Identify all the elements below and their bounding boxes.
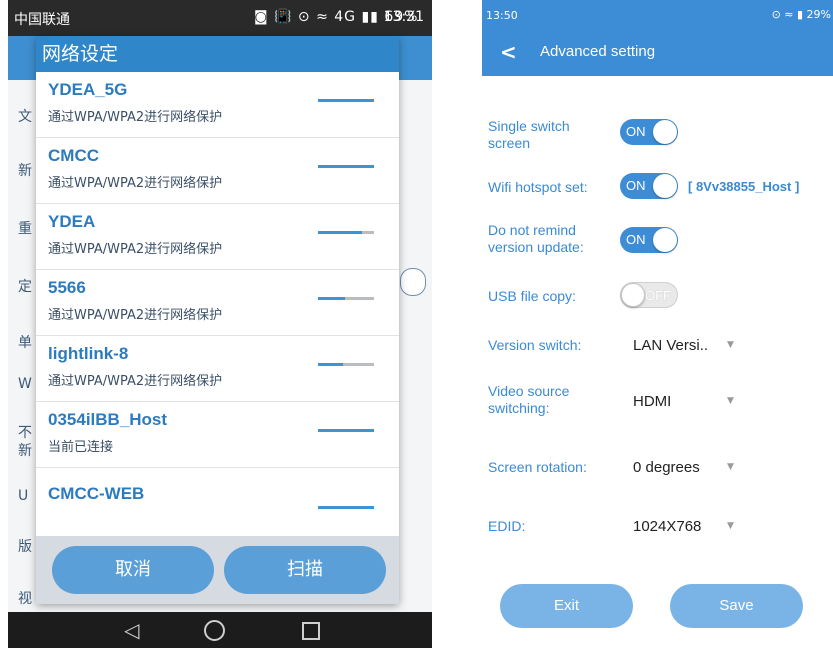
video-source-label: Video source switching: xyxy=(488,383,570,416)
signal-strength-fill xyxy=(318,363,344,366)
single-switch-label: Single switch screen xyxy=(488,118,570,151)
dialog-title: 网络设定 xyxy=(36,36,399,72)
background-row-label: U xyxy=(18,488,29,504)
right-phone-screen: 13:50 ⊙ ≈ ▮ 29% < Advanced setting Singl… xyxy=(482,0,833,648)
toggle-knob xyxy=(621,283,645,307)
save-button[interactable]: Save xyxy=(670,584,803,628)
recent-apps-nav-icon[interactable] xyxy=(302,622,320,640)
wifi-network-item[interactable]: 0354ilBB_Host 当前已连接 xyxy=(36,402,399,468)
dropdown-caret-icon[interactable]: ▼ xyxy=(727,462,734,472)
scan-button[interactable]: 扫描 xyxy=(224,546,386,594)
status-icons: ⊙ ≈ ▮ 29% xyxy=(771,8,831,21)
navigation-bar: ◁ xyxy=(8,612,432,648)
screen-rotation-label: Screen rotation: xyxy=(488,459,587,475)
wifi-network-item[interactable]: CMCC-WEB xyxy=(36,468,399,534)
edid-label: EDID: xyxy=(488,518,526,534)
network-ssid: lightlink-8 xyxy=(48,344,129,363)
dropdown-caret-icon[interactable]: ▼ xyxy=(727,396,734,406)
left-phone-screen: 中国联通 ◙ 📳 ⊙ ≈ 4G ▮▮ 69% 13:31 文 新 重 定 单 W… xyxy=(8,0,432,648)
exit-button[interactable]: Exit xyxy=(500,584,633,628)
version-switch-select[interactable]: LAN Versi.. xyxy=(633,337,708,354)
screen-rotation-select[interactable]: 0 degrees xyxy=(633,459,700,476)
network-status: 通过WPA/WPA2进行网络保护 xyxy=(48,242,223,257)
signal-icons: ◙ 📳 ⊙ ≈ 4G ▮▮ xyxy=(254,9,385,25)
signal-strength-fill xyxy=(318,165,374,168)
signal-strength-bar xyxy=(318,231,374,234)
network-ssid: 5566 xyxy=(48,278,86,297)
app-header: < Advanced setting xyxy=(482,30,833,76)
toggle-knob xyxy=(653,174,677,198)
toggle-knob xyxy=(653,120,677,144)
background-row-label: 单 xyxy=(18,335,32,351)
signal-strength-bar xyxy=(318,363,374,366)
page-title: Advanced setting xyxy=(540,43,656,60)
back-nav-icon[interactable]: ◁ xyxy=(124,618,139,642)
battery-percent: 29% xyxy=(806,8,831,21)
background-row-label: 定 xyxy=(18,279,32,295)
signal-strength-fill xyxy=(318,429,374,432)
background-row-label: W xyxy=(18,376,32,392)
signal-strength-bar xyxy=(318,429,374,432)
dialog-footer: 取消 扫描 xyxy=(36,536,399,604)
background-row-label: 新 xyxy=(18,443,32,459)
dropdown-caret-icon[interactable]: ▼ xyxy=(727,340,734,350)
toggle-state-text: ON xyxy=(626,232,646,247)
status-bar: 中国联通 ◙ 📳 ⊙ ≈ 4G ▮▮ 69% 13:31 xyxy=(8,0,432,36)
single-switch-toggle[interactable]: ON xyxy=(620,119,678,145)
signal-strength-fill xyxy=(318,506,374,509)
usb-file-copy-toggle[interactable]: OFF xyxy=(620,282,678,308)
background-row-label: 新 xyxy=(18,163,32,179)
network-ssid: YDEA_5G xyxy=(48,80,128,99)
wifi-hotspot-toggle[interactable]: ON xyxy=(620,173,678,199)
home-nav-icon[interactable] xyxy=(204,620,225,641)
background-row-label: 重 xyxy=(18,221,32,237)
wifi-hotspot-label: Wifi hotspot set: xyxy=(488,179,588,195)
hotspot-name: [ 8Vv38855_Host ] xyxy=(688,179,800,194)
cancel-button[interactable]: 取消 xyxy=(52,546,214,594)
network-ssid: CMCC xyxy=(48,146,99,165)
background-row-label: 版 xyxy=(18,539,32,555)
no-remind-update-toggle[interactable]: ON xyxy=(620,227,678,253)
background-row-label: 文 xyxy=(18,109,32,125)
network-status: 通过WPA/WPA2进行网络保护 xyxy=(48,308,223,323)
wifi-network-item[interactable]: YDEA 通过WPA/WPA2进行网络保护 xyxy=(36,204,399,270)
carrier-name: 中国联通 xyxy=(14,12,70,28)
clock: 13:31 xyxy=(383,9,424,25)
toggle-state-text: ON xyxy=(626,124,646,139)
wifi-network-item[interactable]: CMCC 通过WPA/WPA2进行网络保护 xyxy=(36,138,399,204)
no-remind-update-label: Do not remind version update: xyxy=(488,222,584,255)
toggle-knob xyxy=(653,228,677,252)
background-row-label: 不 xyxy=(18,425,32,441)
dropdown-caret-icon[interactable]: ▼ xyxy=(727,521,734,531)
background-row-label: 视 xyxy=(18,591,32,607)
signal-strength-bar xyxy=(318,99,374,102)
signal-strength-fill xyxy=(318,297,345,300)
network-status: 通过WPA/WPA2进行网络保护 xyxy=(48,110,223,125)
toggle-state-text: OFF xyxy=(645,288,671,303)
background-button xyxy=(400,268,426,296)
video-source-select[interactable]: HDMI xyxy=(633,393,671,410)
network-ssid: 0354ilBB_Host xyxy=(48,410,168,429)
toggle-state-text: ON xyxy=(626,178,646,193)
signal-strength-bar xyxy=(318,297,374,300)
network-ssid: CMCC-WEB xyxy=(48,484,145,503)
network-status: 通过WPA/WPA2进行网络保护 xyxy=(48,176,223,191)
signal-strength-bar xyxy=(318,506,374,509)
usb-file-copy-label: USB file copy: xyxy=(488,288,576,304)
wifi-network-item[interactable]: 5566 通过WPA/WPA2进行网络保护 xyxy=(36,270,399,336)
network-status: 当前已连接 xyxy=(48,440,114,455)
version-switch-label: Version switch: xyxy=(488,337,582,353)
network-settings-dialog: 网络设定 YDEA_5G 通过WPA/WPA2进行网络保护 CMCC 通过WPA… xyxy=(36,36,399,604)
signal-strength-fill xyxy=(318,99,374,102)
wifi-network-item[interactable]: lightlink-8 通过WPA/WPA2进行网络保护 xyxy=(36,336,399,402)
back-arrow-icon[interactable]: < xyxy=(500,40,517,64)
edid-select[interactable]: 1024X768 xyxy=(633,518,701,535)
signal-strength-bar xyxy=(318,165,374,168)
network-ssid: YDEA xyxy=(48,212,96,231)
wifi-network-item[interactable]: YDEA_5G 通过WPA/WPA2进行网络保护 xyxy=(36,72,399,138)
status-bar: 13:50 ⊙ ≈ ▮ 29% xyxy=(482,0,833,30)
network-status: 通过WPA/WPA2进行网络保护 xyxy=(48,374,223,389)
clock: 13:50 xyxy=(486,9,518,22)
signal-strength-fill xyxy=(318,231,362,234)
